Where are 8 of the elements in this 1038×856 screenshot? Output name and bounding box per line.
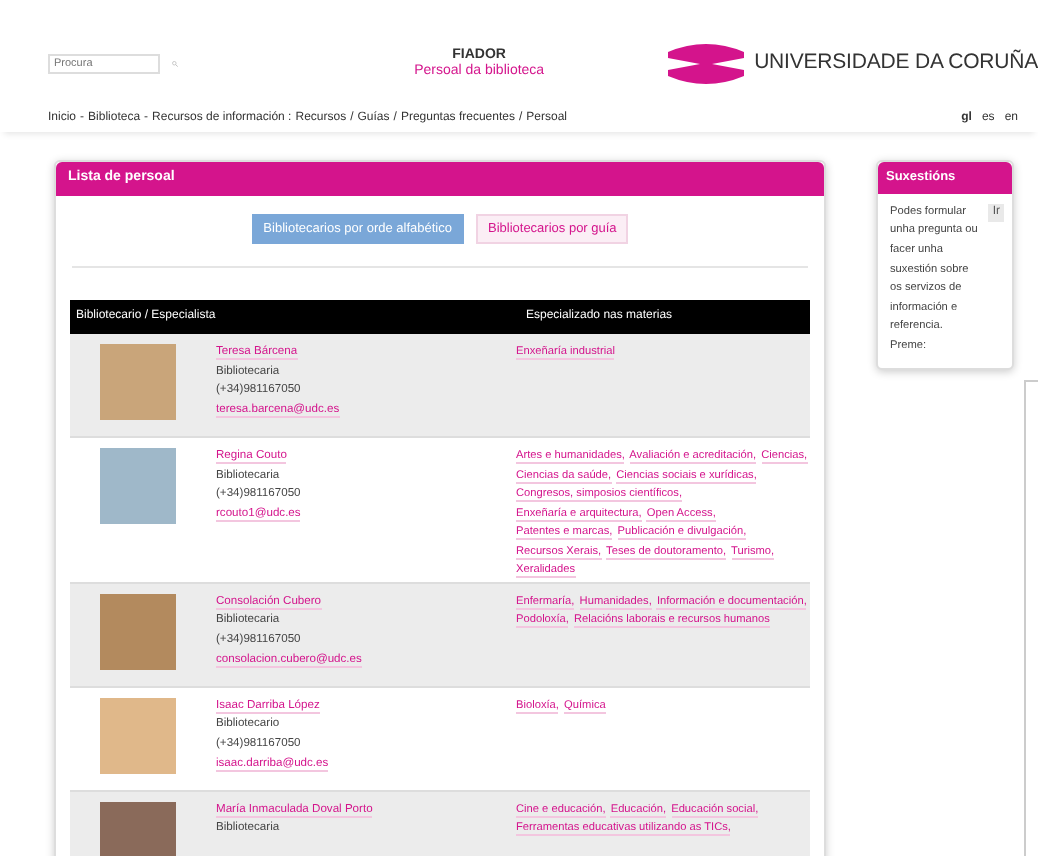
avatar-placeholder [100, 344, 176, 421]
search-icon[interactable] [172, 56, 179, 72]
avatar-placeholder [100, 801, 176, 856]
avatar-placeholder [100, 697, 176, 774]
avatar-placeholder [100, 448, 176, 525]
university-name: UNIVERSIDADE DA CORUÑA [754, 48, 1038, 79]
avatar-placeholder [100, 593, 176, 670]
logo-icon [668, 42, 745, 86]
